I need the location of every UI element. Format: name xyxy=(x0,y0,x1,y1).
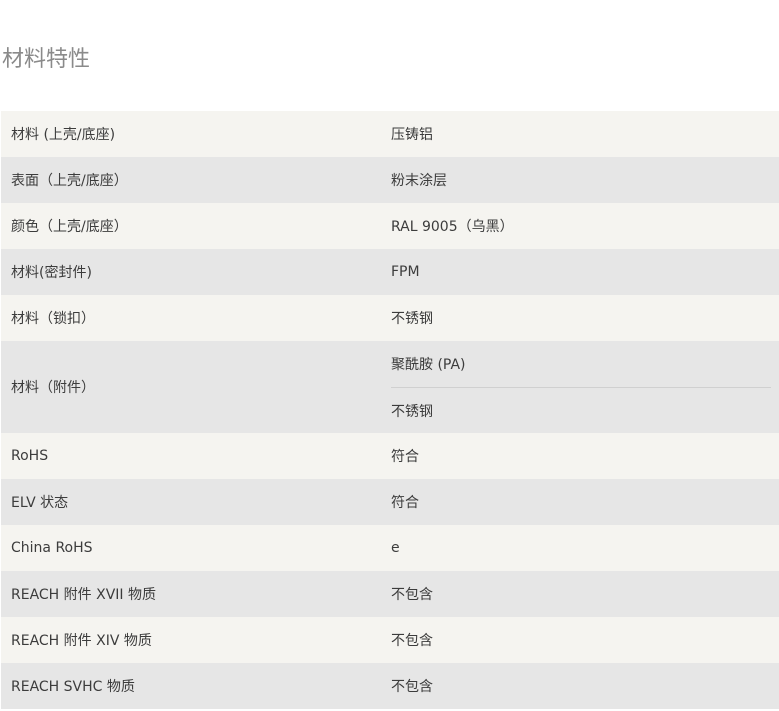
row-value: 不包含 xyxy=(391,679,433,695)
row-label: 材料（附件） xyxy=(11,380,95,396)
row-values: RAL 9005（乌黑） xyxy=(391,203,779,249)
row-values: 不包含 xyxy=(391,663,779,709)
table-row: REACH SVHC 物质 不包含 xyxy=(1,663,779,709)
row-values: 压铸铝 xyxy=(391,111,779,157)
table-row: REACH 附件 XVII 物质 不包含 xyxy=(1,571,779,617)
row-values: 符合 xyxy=(391,479,779,525)
row-values: 聚酰胺 (PA) 不锈钢 xyxy=(391,341,779,433)
table-row: 颜色（上壳/底座） RAL 9005（乌黑） xyxy=(1,203,779,249)
table-row: 材料（附件） 聚酰胺 (PA) 不锈钢 xyxy=(1,341,779,433)
table-row: 材料(密封件) FPM xyxy=(1,249,779,295)
row-label: 材料（锁扣） xyxy=(11,311,95,327)
table-row: ELV 状态 符合 xyxy=(1,479,779,525)
table-row: 材料（锁扣） 不锈钢 xyxy=(1,295,779,341)
row-value: 聚酰胺 (PA) xyxy=(391,357,466,373)
row-value: 不锈钢 xyxy=(391,311,433,327)
row-value: 符合 xyxy=(391,449,419,465)
table-row: China RoHS e xyxy=(1,525,779,571)
row-value: 压铸铝 xyxy=(391,127,433,143)
row-value: 不锈钢 xyxy=(391,387,771,433)
row-label: REACH SVHC 物质 xyxy=(11,679,135,695)
row-label: China RoHS xyxy=(11,540,93,556)
row-label: ELV 状态 xyxy=(11,495,69,511)
row-values: 粉末涂层 xyxy=(391,157,779,203)
table-row: RoHS 符合 xyxy=(1,433,779,479)
row-label: 颜色（上壳/底座） xyxy=(11,219,128,235)
section-title: 材料特性 xyxy=(2,47,91,72)
row-label: 材料 (上壳/底座) xyxy=(11,127,116,143)
row-label: REACH 附件 XVII 物质 xyxy=(11,587,156,603)
table-row: 表面（上壳/底座） 粉末涂层 xyxy=(1,157,779,203)
row-value: 不包含 xyxy=(391,633,433,649)
table-row: REACH 附件 XIV 物质 不包含 xyxy=(1,617,779,663)
row-values: FPM xyxy=(391,249,779,295)
row-value: 不包含 xyxy=(391,587,433,603)
row-values: 不包含 xyxy=(391,571,779,617)
row-values: 不包含 xyxy=(391,617,779,663)
table-row: 材料 (上壳/底座) 压铸铝 xyxy=(1,111,779,157)
row-label: 表面（上壳/底座） xyxy=(11,173,128,189)
row-values: e xyxy=(391,525,779,571)
material-properties-table: 材料 (上壳/底座) 压铸铝 表面（上壳/底座） 粉末涂层 颜色（上壳/底座） … xyxy=(1,111,779,709)
row-value: FPM xyxy=(391,264,420,280)
row-values: 符合 xyxy=(391,433,779,479)
row-value: RAL 9005（乌黑） xyxy=(391,219,514,235)
row-value: 粉末涂层 xyxy=(391,173,447,189)
row-label: 材料(密封件) xyxy=(11,265,92,281)
row-label: REACH 附件 XIV 物质 xyxy=(11,633,152,649)
row-value: 符合 xyxy=(391,495,419,511)
row-value: e xyxy=(391,540,400,556)
row-label: RoHS xyxy=(11,448,49,464)
row-values: 不锈钢 xyxy=(391,295,779,341)
